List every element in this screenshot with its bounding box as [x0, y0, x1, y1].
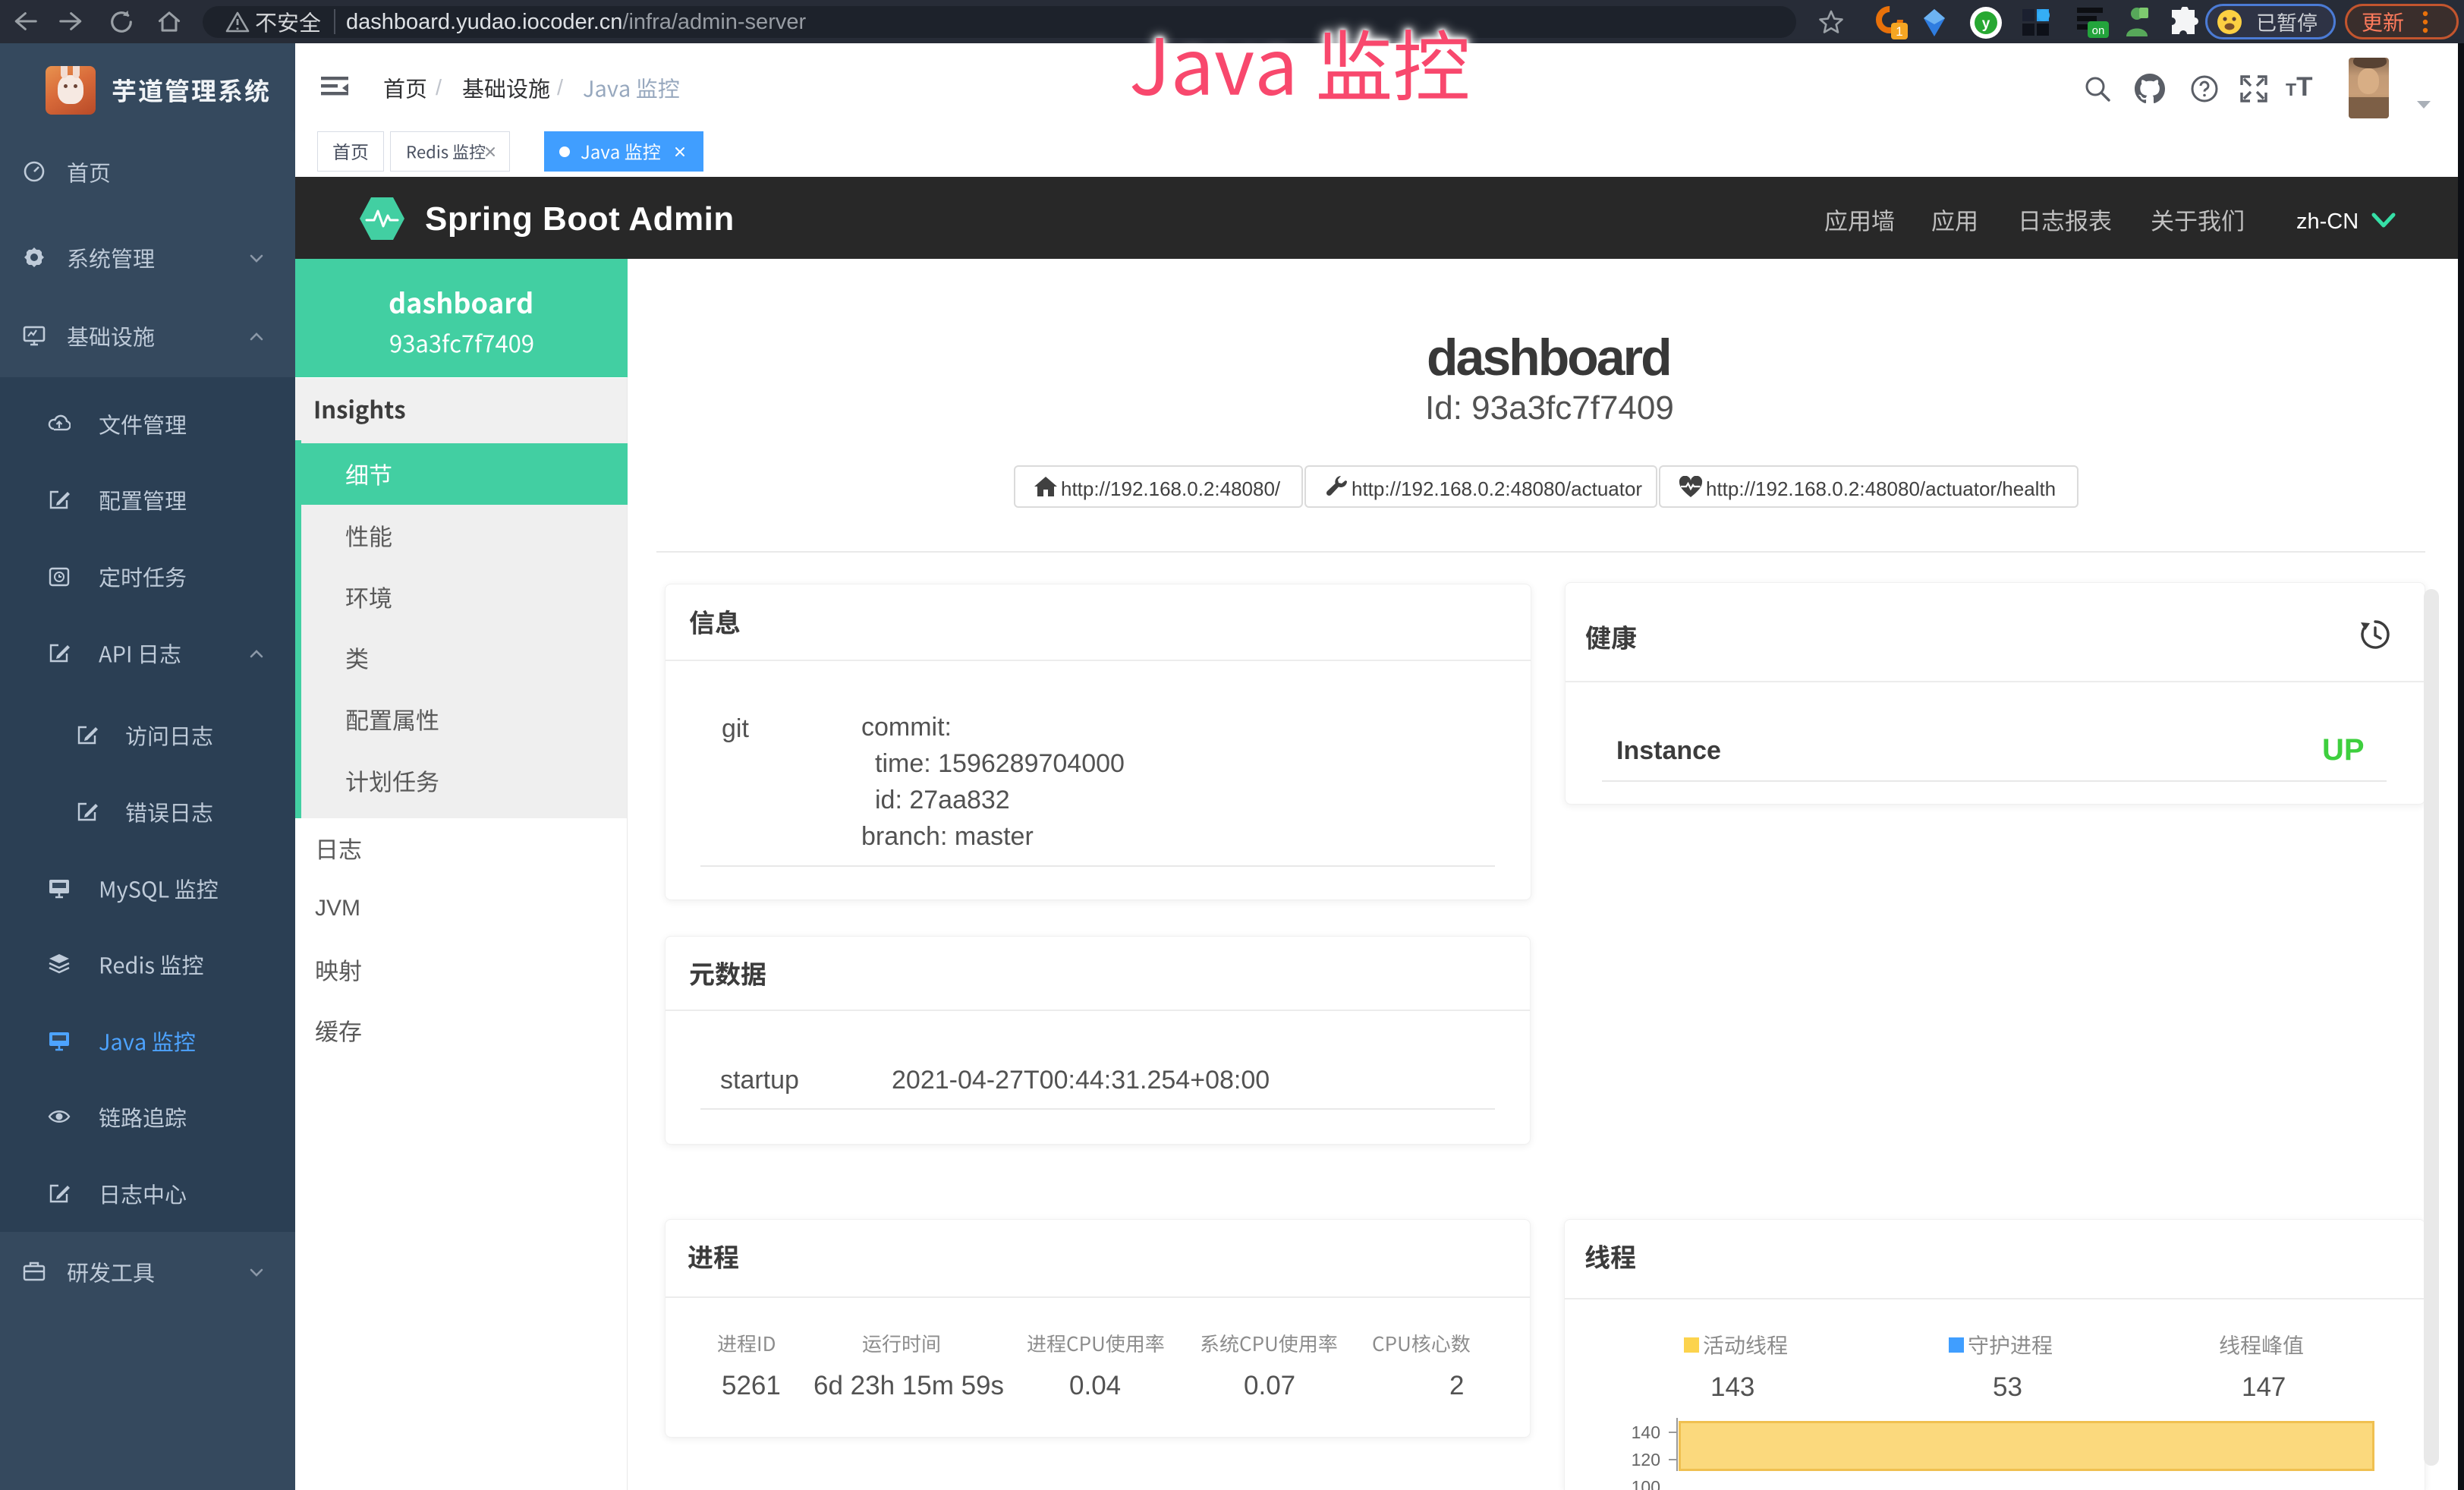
- svg-text:y: y: [1982, 16, 1990, 32]
- svg-text:on: on: [2092, 24, 2105, 37]
- svg-text:1: 1: [1896, 24, 1902, 39]
